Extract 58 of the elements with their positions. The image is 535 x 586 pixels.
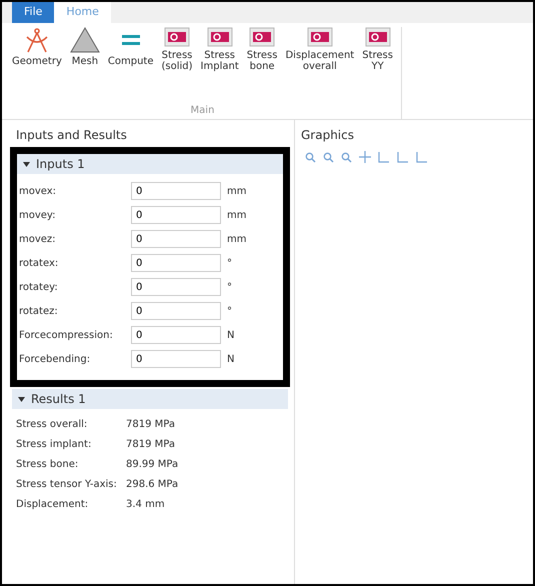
input-field[interactable]: 0	[131, 182, 221, 200]
zoom-out-icon[interactable]	[323, 152, 334, 162]
zoom-in-icon[interactable]	[305, 152, 316, 162]
unit-label: N	[227, 330, 236, 340]
mesh-icon	[70, 27, 100, 53]
ribbon-tab[interactable]: File	[12, 2, 54, 23]
ribbon-button[interactable]: Stress Implant	[198, 27, 241, 72]
result-value: 7819 MPa	[126, 439, 176, 450]
result-label: Stress overall:	[16, 419, 88, 430]
input-field[interactable]: 0	[131, 302, 221, 320]
unit-label: mm	[227, 210, 248, 220]
ribbon-button[interactable]: Compute	[106, 27, 156, 67]
unit-label: mm	[227, 186, 248, 196]
caret-icon	[23, 160, 30, 168]
unit-label: °	[227, 306, 233, 316]
field-label: movez:	[19, 234, 57, 244]
field-label: Forcecompression:	[19, 330, 114, 340]
result-label: Stress tensor Y-axis:	[16, 479, 118, 490]
section-header[interactable]: Inputs 1	[17, 154, 283, 174]
input-field[interactable]: 0	[131, 278, 221, 296]
field-label: rotatez:	[19, 306, 59, 316]
field-label: Forcebending:	[19, 354, 92, 364]
panel-title: Graphics	[300, 127, 355, 144]
field-label: rotatey:	[19, 282, 59, 292]
plot-icon	[164, 27, 190, 47]
ribbon-button[interactable]: Geometry	[10, 27, 64, 67]
field-label: rotatex:	[19, 258, 60, 268]
result-label: Stress implant:	[16, 439, 92, 450]
plot-icon	[249, 27, 276, 47]
unit-label: °	[227, 258, 233, 268]
ribbon-button[interactable]: Displacement overall	[283, 27, 356, 72]
field-label: movex:	[19, 186, 58, 196]
caret-icon	[18, 396, 25, 402]
section-header[interactable]: Results 1	[12, 389, 288, 409]
input-field[interactable]: 0	[131, 254, 221, 272]
result-value: 3.4 mm	[126, 499, 166, 510]
ribbon-button[interactable]: Mesh	[68, 27, 102, 67]
unit-label: N	[227, 354, 236, 364]
plot-icon	[306, 27, 333, 47]
result-label: Displacement:	[16, 499, 90, 510]
result-label: Stress bone:	[16, 459, 80, 470]
ribbon-button[interactable]: Stress YY	[360, 27, 395, 72]
input-field[interactable]: 0	[131, 326, 221, 344]
ribbon-button[interactable]: Stress bone	[244, 27, 280, 72]
input-field[interactable]: 0	[131, 230, 221, 248]
panel-title: Inputs and Results	[15, 127, 128, 144]
result-value: 298.6 MPa	[126, 479, 180, 490]
plot-icon	[364, 27, 391, 47]
input-field[interactable]: 0	[131, 206, 221, 224]
field-label: movey:	[19, 210, 56, 220]
input-field[interactable]: 0	[131, 350, 221, 368]
result-value: 7819 MPa	[126, 419, 176, 430]
result-value: 89.99 MPa	[126, 459, 180, 470]
plot-icon	[206, 27, 233, 47]
unit-label: °	[227, 282, 233, 292]
unit-label: mm	[227, 234, 248, 244]
ribbon-button[interactable]: Stress (solid)	[159, 27, 195, 72]
group-label: Main	[190, 105, 216, 118]
